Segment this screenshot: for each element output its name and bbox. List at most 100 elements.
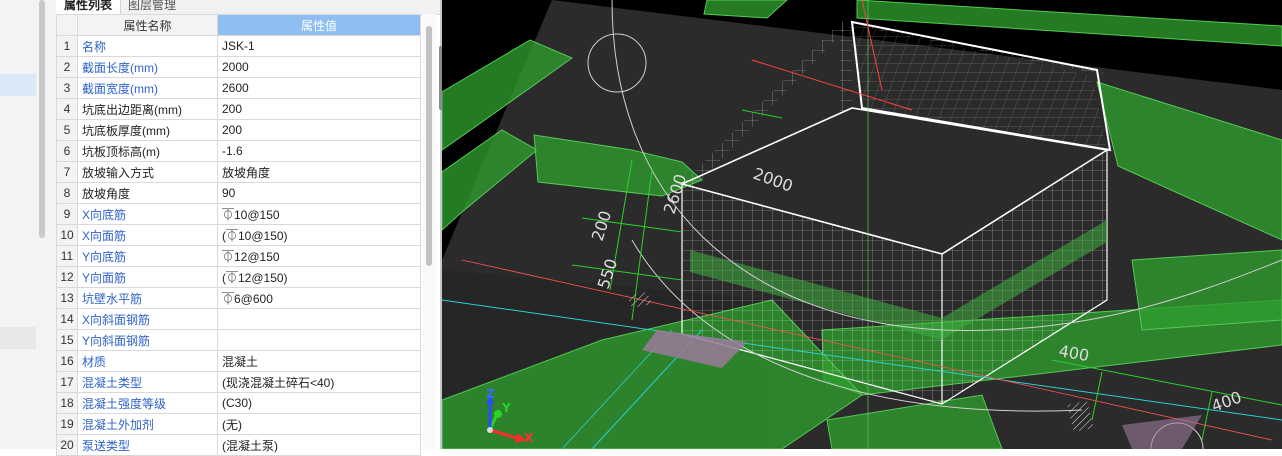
- property-value-cell[interactable]: (⏁10@150): [217, 224, 421, 246]
- property-name-cell[interactable]: 混凝土类型: [77, 371, 218, 393]
- property-name-cell[interactable]: 放坡角度: [77, 182, 218, 204]
- property-value-cell[interactable]: ⏁10@150: [217, 203, 421, 225]
- row-number: 6: [56, 140, 78, 162]
- property-name-cell[interactable]: X向底筋: [77, 203, 218, 225]
- property-value-cell[interactable]: [217, 308, 421, 330]
- property-value-cell[interactable]: JSK-1: [217, 35, 421, 57]
- property-value-cell[interactable]: 200: [217, 119, 421, 141]
- property-name-cell[interactable]: X向斜面钢筋: [77, 308, 218, 330]
- property-name-cell[interactable]: 名称: [77, 35, 218, 57]
- nav-item[interactable]: [0, 327, 36, 349]
- property-value-cell[interactable]: (无): [217, 413, 421, 435]
- scrollbar-thumb[interactable]: [426, 26, 432, 266]
- table-row[interactable]: 6 坑板顶标高(m) -1.6: [56, 140, 421, 162]
- table-row[interactable]: 13 坑壁水平筋 ⏁6@600: [56, 287, 421, 309]
- row-number: 9: [56, 203, 78, 225]
- table-row[interactable]: 20 泵送类型 (混凝土泵): [56, 434, 421, 456]
- row-number: 20: [56, 434, 78, 456]
- panel-tabs: 属性列表 图层管理: [56, 0, 440, 15]
- table-row[interactable]: 17 混凝土类型 (现浇混凝土碎石<40): [56, 371, 421, 393]
- left-navigation-strip: [0, 0, 57, 449]
- property-name-cell[interactable]: Y向底筋: [77, 245, 218, 267]
- row-number: 16: [56, 350, 78, 372]
- tab-property-list[interactable]: 属性列表: [56, 0, 122, 14]
- property-value-cell[interactable]: 200: [217, 98, 421, 120]
- row-number: 19: [56, 413, 78, 435]
- tab-layer-management[interactable]: 图层管理: [120, 0, 184, 14]
- 3d-scene[interactable]: 2000 2600 200 550 400 400 X Y Z: [442, 0, 1282, 449]
- table-row[interactable]: 7 放坡输入方式 放坡角度: [56, 161, 421, 183]
- table-row[interactable]: 2 截面长度(mm) 2000: [56, 56, 421, 78]
- table-row[interactable]: 12 Y向面筋 (⏁12@150): [56, 266, 421, 288]
- row-number: 2: [56, 56, 78, 78]
- property-panel: 属性列表 图层管理 属性名称 属性值 1 名称 JSK-1 2 截面长度(mm) 2000…: [56, 0, 440, 456]
- property-name-cell[interactable]: 混凝土外加剂: [77, 413, 218, 435]
- row-number: 18: [56, 392, 78, 414]
- property-name-cell[interactable]: 放坡输入方式: [77, 161, 218, 183]
- property-value-cell[interactable]: (混凝土泵): [217, 434, 421, 456]
- table-row[interactable]: 1 名称 JSK-1: [56, 35, 421, 57]
- property-name-cell[interactable]: Y向面筋: [77, 266, 218, 288]
- property-value-cell[interactable]: -1.6: [217, 140, 421, 162]
- property-name-cell[interactable]: 泵送类型: [77, 434, 218, 456]
- property-value-header[interactable]: 属性值: [217, 14, 421, 36]
- property-table-scrollbar[interactable]: [422, 14, 436, 449]
- property-value-cell[interactable]: 2600: [217, 77, 421, 99]
- row-number-header: [56, 14, 78, 36]
- property-table: 属性名称 属性值 1 名称 JSK-1 2 截面长度(mm) 2000 3 截面宽度(mm) 2…: [56, 14, 421, 456]
- table-row[interactable]: 18 混凝土强度等级 (C30): [56, 392, 421, 414]
- table-row[interactable]: 19 混凝土外加剂 (无): [56, 413, 421, 435]
- property-value-cell[interactable]: 混凝土: [217, 350, 421, 372]
- property-name-cell[interactable]: 坑底板厚度(mm): [77, 119, 218, 141]
- left-scrollbar[interactable]: [39, 0, 45, 238]
- property-name-cell[interactable]: 坑底出边距离(mm): [77, 98, 218, 120]
- table-row[interactable]: 8 放坡角度 90: [56, 182, 421, 204]
- property-name-cell[interactable]: 坑板顶标高(m): [77, 140, 218, 162]
- table-row[interactable]: 15 Y向斜面钢筋: [56, 329, 421, 351]
- table-row[interactable]: 16 材质 混凝土: [56, 350, 421, 372]
- row-number: 3: [56, 77, 78, 99]
- property-name-cell[interactable]: X向面筋: [77, 224, 218, 246]
- row-number: 5: [56, 119, 78, 141]
- property-value-cell[interactable]: (现浇混凝土碎石<40): [217, 371, 421, 393]
- row-number: 11: [56, 245, 78, 267]
- property-value-cell[interactable]: 90: [217, 182, 421, 204]
- row-number: 12: [56, 266, 78, 288]
- property-name-cell[interactable]: 截面宽度(mm): [77, 77, 218, 99]
- property-name-cell[interactable]: 材质: [77, 350, 218, 372]
- table-row[interactable]: 14 X向斜面钢筋: [56, 308, 421, 330]
- row-number: 10: [56, 224, 78, 246]
- 3d-viewport[interactable]: 2000 2600 200 550 400 400 X Y Z: [442, 0, 1282, 449]
- row-number: 1: [56, 35, 78, 57]
- property-value-cell[interactable]: ⏁12@150: [217, 245, 421, 267]
- x-axis-label: X: [524, 431, 534, 445]
- z-axis-label: Z: [486, 387, 495, 401]
- property-value-cell[interactable]: ⏁6@600: [217, 287, 421, 309]
- row-number: 17: [56, 371, 78, 393]
- property-value-cell[interactable]: 2000: [217, 56, 421, 78]
- property-name-cell[interactable]: 截面长度(mm): [77, 56, 218, 78]
- table-row[interactable]: 9 X向底筋 ⏁10@150: [56, 203, 421, 225]
- property-value-cell[interactable]: (C30): [217, 392, 421, 414]
- row-number: 7: [56, 161, 78, 183]
- table-row[interactable]: 11 Y向底筋 ⏁12@150: [56, 245, 421, 267]
- selected-nav-item[interactable]: [0, 74, 36, 96]
- table-row[interactable]: 3 截面宽度(mm) 2600: [56, 77, 421, 99]
- property-name-cell[interactable]: Y向斜面钢筋: [77, 329, 218, 351]
- row-number: 15: [56, 329, 78, 351]
- row-number: 4: [56, 98, 78, 120]
- property-value-cell[interactable]: 放坡角度: [217, 161, 421, 183]
- property-value-cell[interactable]: [217, 329, 421, 351]
- property-value-cell[interactable]: (⏁12@150): [217, 266, 421, 288]
- property-name-cell[interactable]: 混凝土强度等级: [77, 392, 218, 414]
- table-header-row: 属性名称 属性值: [56, 14, 421, 36]
- property-name-header[interactable]: 属性名称: [77, 14, 218, 36]
- row-number: 8: [56, 182, 78, 204]
- table-row[interactable]: 5 坑底板厚度(mm) 200: [56, 119, 421, 141]
- row-number: 13: [56, 287, 78, 309]
- table-row[interactable]: 10 X向面筋 (⏁10@150): [56, 224, 421, 246]
- row-number: 14: [56, 308, 78, 330]
- property-name-cell[interactable]: 坑壁水平筋: [77, 287, 218, 309]
- y-axis-label: Y: [501, 401, 511, 415]
- table-row[interactable]: 4 坑底出边距离(mm) 200: [56, 98, 421, 120]
